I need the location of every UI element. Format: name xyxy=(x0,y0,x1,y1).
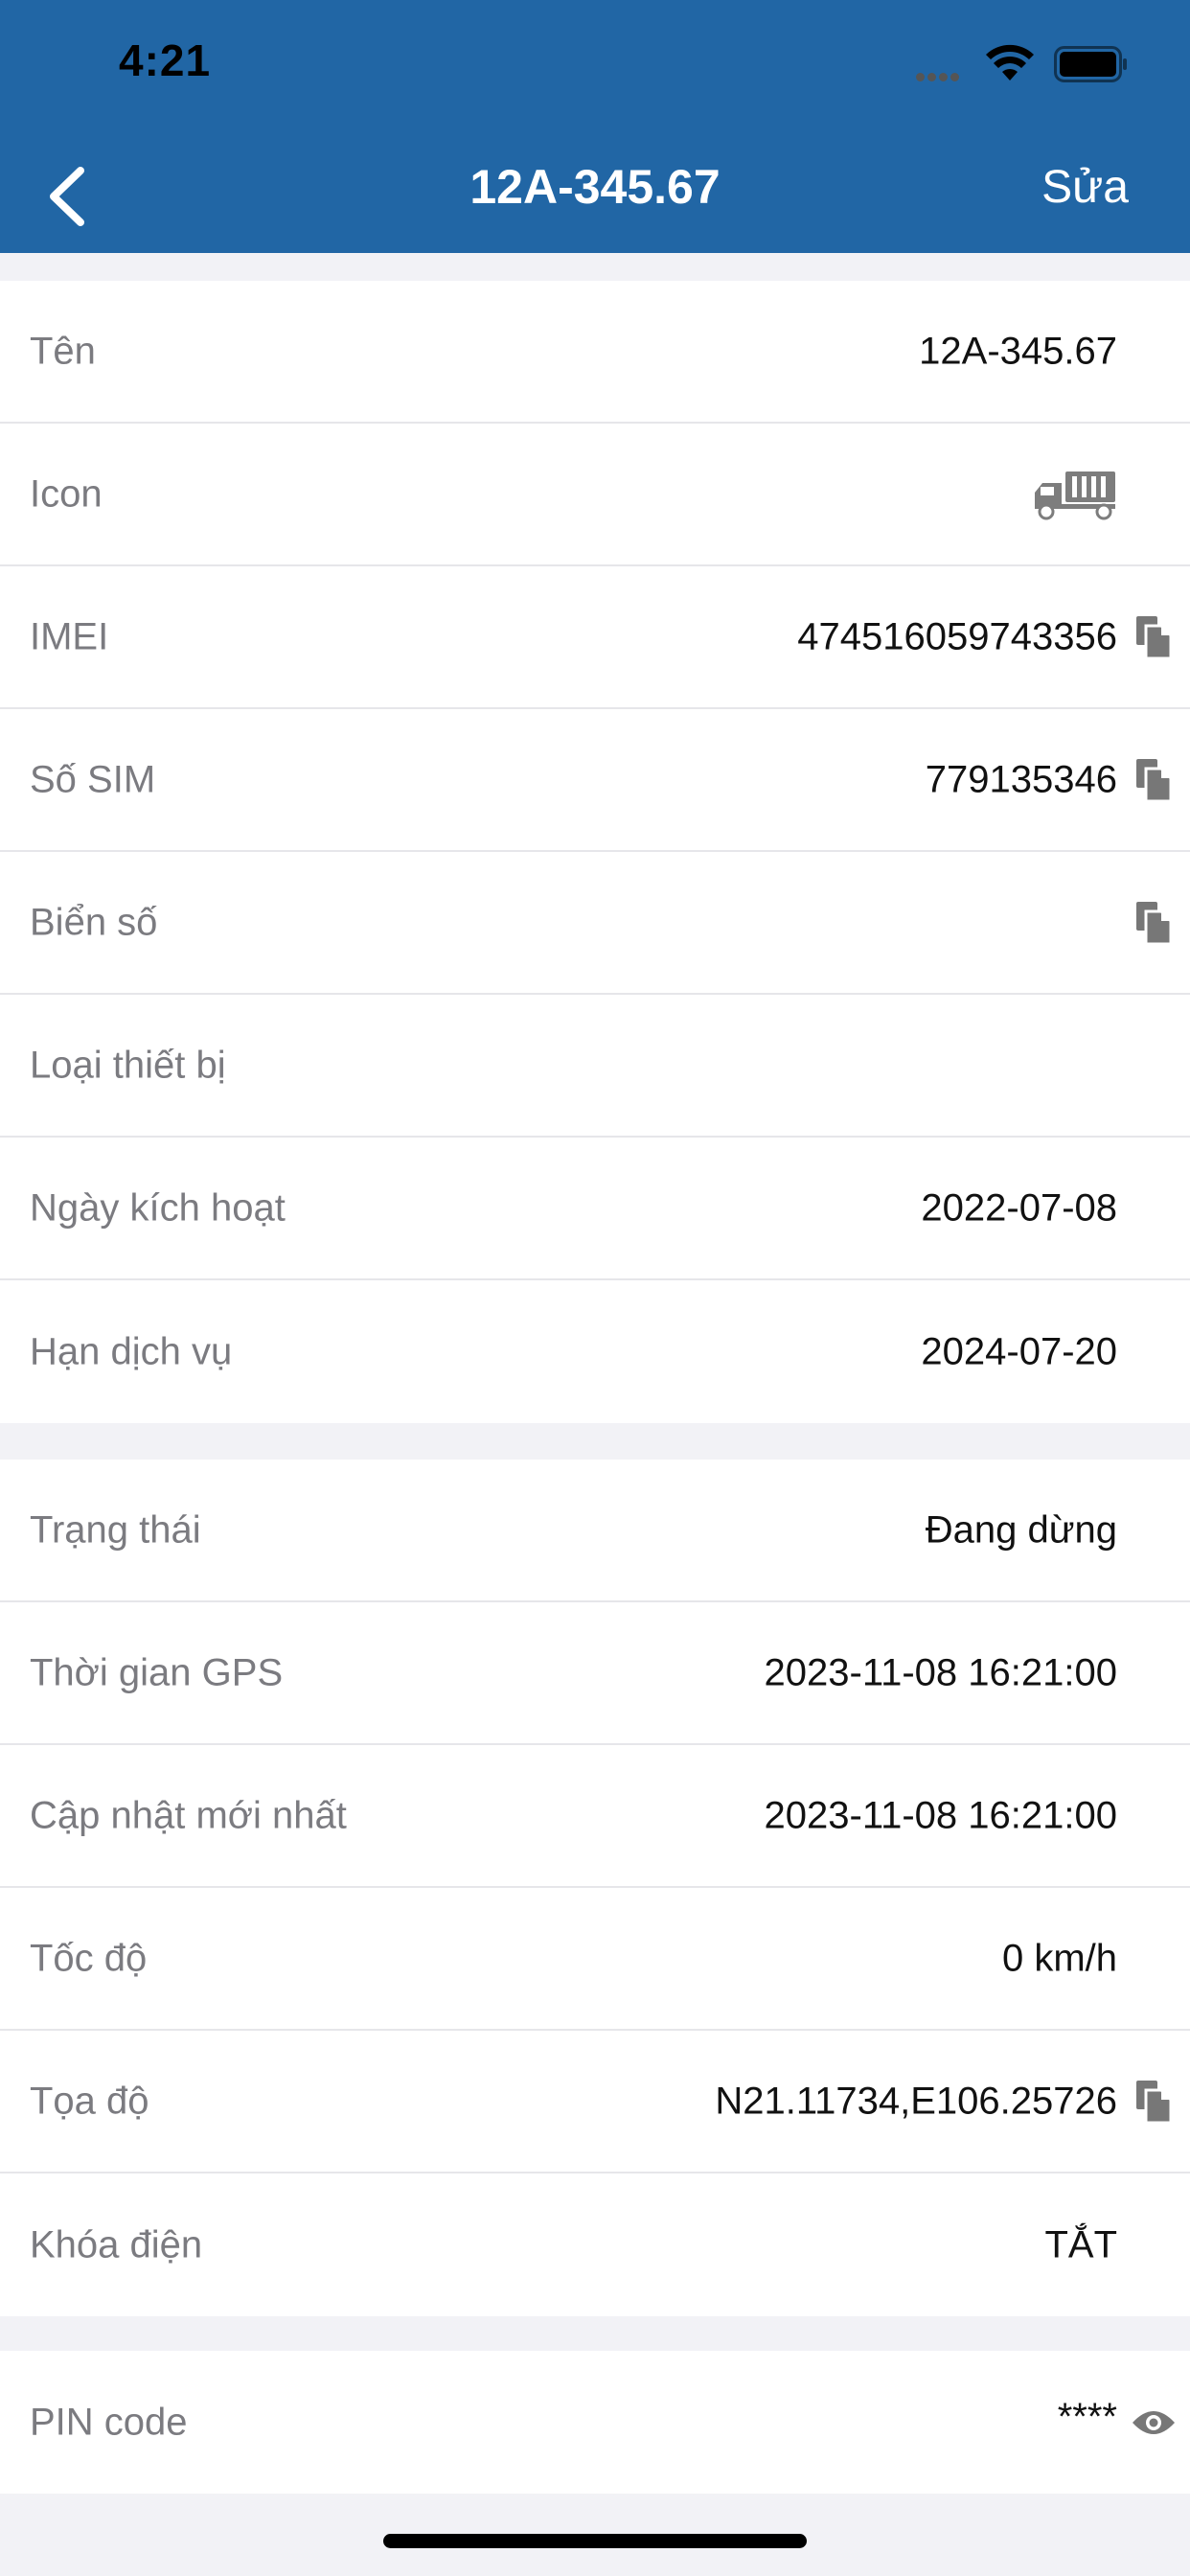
copy-icon[interactable] xyxy=(1134,614,1173,660)
row-service-expiry: Hạn dịch vụ 2024-07-20 xyxy=(0,1280,1190,1423)
row-label: PIN code xyxy=(30,2401,188,2443)
row-gps-time: Thời gian GPS 2023-11-08 16:21:00 xyxy=(0,1602,1190,1745)
row-label: Ngày kích hoạt xyxy=(30,1186,286,1229)
pin-masked-value: **** xyxy=(1057,2395,1117,2438)
row-label: Tốc độ xyxy=(30,1937,148,1979)
row-label: Cập nhật mới nhất xyxy=(30,1794,347,1836)
row-value: 2024-07-20 xyxy=(921,1330,1117,1372)
nav-header: 4:21 12A-345.67 Sửa xyxy=(0,0,1190,253)
copy-icon[interactable] xyxy=(1134,757,1173,803)
row-activation-date: Ngày kích hoạt 2022-07-08 xyxy=(0,1138,1190,1280)
copy-icon[interactable] xyxy=(1134,900,1173,946)
device-info-section: Tên 12A-345.67 Icon IMEI 474516059743356… xyxy=(0,281,1190,1423)
row-value: 12A-345.67 xyxy=(919,330,1117,372)
row-pin-code: PIN code **** xyxy=(0,2351,1190,2494)
row-label: Khóa điện xyxy=(30,2223,203,2266)
row-value: 2023-11-08 16:21:00 xyxy=(764,1651,1117,1693)
row-label: Loại thiết bị xyxy=(30,1044,226,1086)
row-label: IMEI xyxy=(30,615,109,657)
row-value: 2023-11-08 16:21:00 xyxy=(764,1794,1117,1836)
status-time: 4:21 xyxy=(119,35,212,85)
page-title: 12A-345.67 xyxy=(469,160,721,214)
home-indicator[interactable] xyxy=(383,2534,807,2548)
row-value: 0 km/h xyxy=(1001,1937,1117,1979)
eye-icon[interactable] xyxy=(1131,2407,1177,2438)
edit-button[interactable]: Sửa xyxy=(1041,161,1129,214)
status-section: Trạng thái Đang dừng Thời gian GPS 2023-… xyxy=(0,1460,1190,2316)
row-label: Thời gian GPS xyxy=(30,1651,284,1693)
row-label: Tọa độ xyxy=(30,2080,149,2122)
row-value: 2022-07-08 xyxy=(921,1186,1117,1229)
wifi-icon xyxy=(986,44,1034,80)
copy-icon[interactable] xyxy=(1134,2079,1173,2125)
row-coordinates: Tọa độ N21.11734,E106.25726 xyxy=(0,2031,1190,2174)
row-device-type: Loại thiết bị xyxy=(0,995,1190,1138)
row-value: Đang dừng xyxy=(925,1508,1117,1551)
row-status: Trạng thái Đang dừng xyxy=(0,1460,1190,1602)
row-label: Biển số xyxy=(30,901,158,943)
row-label: Icon xyxy=(30,472,103,515)
row-value: TẮT xyxy=(1044,2223,1117,2266)
row-value: N21.11734,E106.25726 xyxy=(715,2080,1117,2122)
row-ignition-lock: Khóa điện TẮT xyxy=(0,2174,1190,2316)
row-sim: Số SIM 779135346 xyxy=(0,709,1190,852)
row-speed: Tốc độ 0 km/h xyxy=(0,1888,1190,2031)
truck-icon xyxy=(1035,471,1115,519)
cellular-signal-icon xyxy=(916,69,968,81)
battery-icon xyxy=(1054,46,1127,82)
row-label: Số SIM xyxy=(30,758,156,800)
row-last-update: Cập nhật mới nhất 2023-11-08 16:21:00 xyxy=(0,1745,1190,1888)
row-label: Trạng thái xyxy=(30,1508,201,1551)
row-plate: Biển số xyxy=(0,852,1190,995)
pin-section: PIN code **** xyxy=(0,2351,1190,2494)
row-name: Tên 12A-345.67 xyxy=(0,281,1190,424)
row-imei: IMEI 474516059743356 xyxy=(0,566,1190,709)
row-icon[interactable]: Icon xyxy=(0,424,1190,566)
row-label: Hạn dịch vụ xyxy=(30,1330,233,1372)
row-label: Tên xyxy=(30,330,96,372)
row-value: 474516059743356 xyxy=(797,615,1117,657)
row-value: 779135346 xyxy=(925,758,1117,800)
